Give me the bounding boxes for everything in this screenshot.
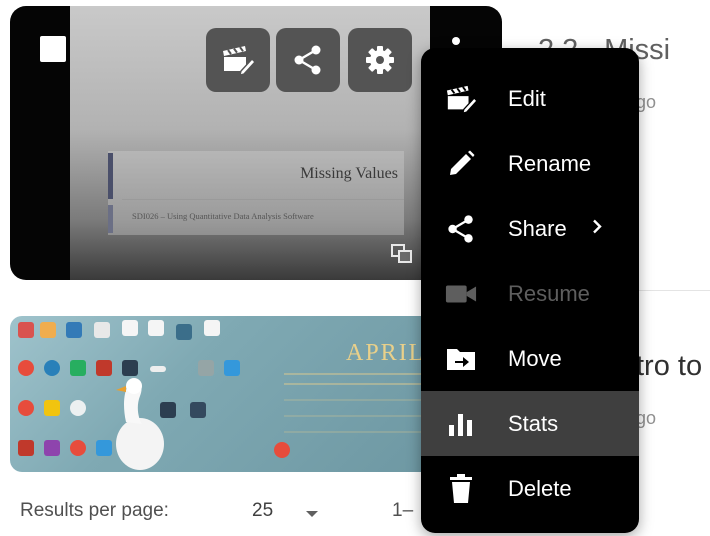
more-options-icon[interactable]	[424, 22, 488, 86]
share-icon	[445, 213, 477, 245]
desktop-app-icon	[44, 360, 60, 376]
desktop-app-icon	[190, 402, 206, 418]
slide-subtitle: SDI026 – Using Quantitative Data Analysi…	[132, 211, 314, 221]
slide-title: Missing Values	[300, 165, 398, 182]
video-title-2[interactable]: tro to	[636, 350, 702, 383]
edit-overlay-button[interactable]	[206, 28, 270, 92]
goose-illustration	[116, 378, 164, 470]
menu-item-label: Delete	[508, 475, 572, 501]
desktop-app-icon	[18, 322, 34, 338]
results-per-page-select[interactable]: 25	[252, 500, 273, 522]
copy-icon	[391, 244, 412, 263]
select-checkbox[interactable]	[40, 36, 66, 62]
calendar-grid	[284, 373, 426, 433]
menu-item-label: Move	[508, 345, 562, 371]
desktop-app-icon	[18, 400, 34, 416]
slide-preview: Missing Values SDI026 – Using Quantitati…	[108, 151, 404, 235]
calendar-title: APRIL	[346, 340, 426, 366]
folder-move-icon	[445, 343, 477, 375]
share-icon	[294, 45, 321, 75]
menu-item-delete[interactable]: Delete	[421, 456, 639, 521]
video-date-1: go	[636, 92, 657, 112]
settings-gear-icon	[366, 46, 394, 74]
bar-chart-icon	[445, 408, 477, 440]
desktop-app-icon	[44, 440, 60, 456]
desktop-app-icon	[40, 322, 56, 338]
desktop-app-icon	[176, 324, 192, 340]
slide-divider	[122, 199, 404, 200]
slide-accent-bar	[108, 205, 113, 233]
context-menu: Edit Rename Share Resume Move Stats Dele…	[421, 48, 639, 533]
desktop-app-icon	[122, 320, 138, 336]
trash-icon	[445, 473, 477, 505]
desktop-app-icon	[94, 322, 110, 338]
menu-item-stats[interactable]: Stats	[421, 391, 639, 456]
settings-overlay-button[interactable]	[348, 28, 412, 92]
desktop-app-icon	[224, 360, 240, 376]
pencil-icon	[445, 148, 477, 180]
share-overlay-button[interactable]	[276, 28, 340, 92]
menu-item-move[interactable]: Move	[421, 326, 639, 391]
chevron-right-icon	[591, 218, 603, 239]
menu-item-resume: Resume	[421, 261, 639, 326]
desktop-app-icon	[148, 320, 164, 336]
menu-item-label: Stats	[508, 410, 559, 436]
desktop-app-icon	[70, 400, 86, 416]
menu-item-rename[interactable]: Rename	[421, 131, 639, 196]
video-camera-icon	[445, 278, 477, 310]
menu-item-label: Share	[508, 215, 567, 241]
desktop-app-icon	[66, 322, 82, 338]
video-date-2: go	[636, 408, 657, 428]
desktop-app-icon	[18, 440, 34, 456]
dropdown-arrow-icon[interactable]	[306, 511, 318, 517]
desktop-app-icon	[70, 440, 86, 456]
menu-item-label: Resume	[508, 280, 590, 306]
menu-item-label: Edit	[508, 85, 546, 111]
desktop-app-icon	[70, 360, 86, 376]
desktop-app-icon	[204, 320, 220, 336]
pagination-range: 1–	[392, 500, 414, 521]
edit-clapper-icon	[445, 83, 477, 115]
desktop-app-icon	[44, 400, 60, 416]
edit-clapper-icon	[223, 46, 255, 75]
desktop-app-icon	[150, 366, 166, 372]
desktop-app-icon	[198, 360, 214, 376]
video-thumbnail-2[interactable]: APRIL	[10, 316, 430, 472]
menu-item-share[interactable]: Share	[421, 196, 639, 261]
desktop-app-icon	[18, 360, 34, 376]
results-per-page-label: Results per page:	[20, 500, 169, 521]
slide-accent-bar	[108, 153, 113, 199]
menu-item-label: Rename	[508, 150, 592, 176]
